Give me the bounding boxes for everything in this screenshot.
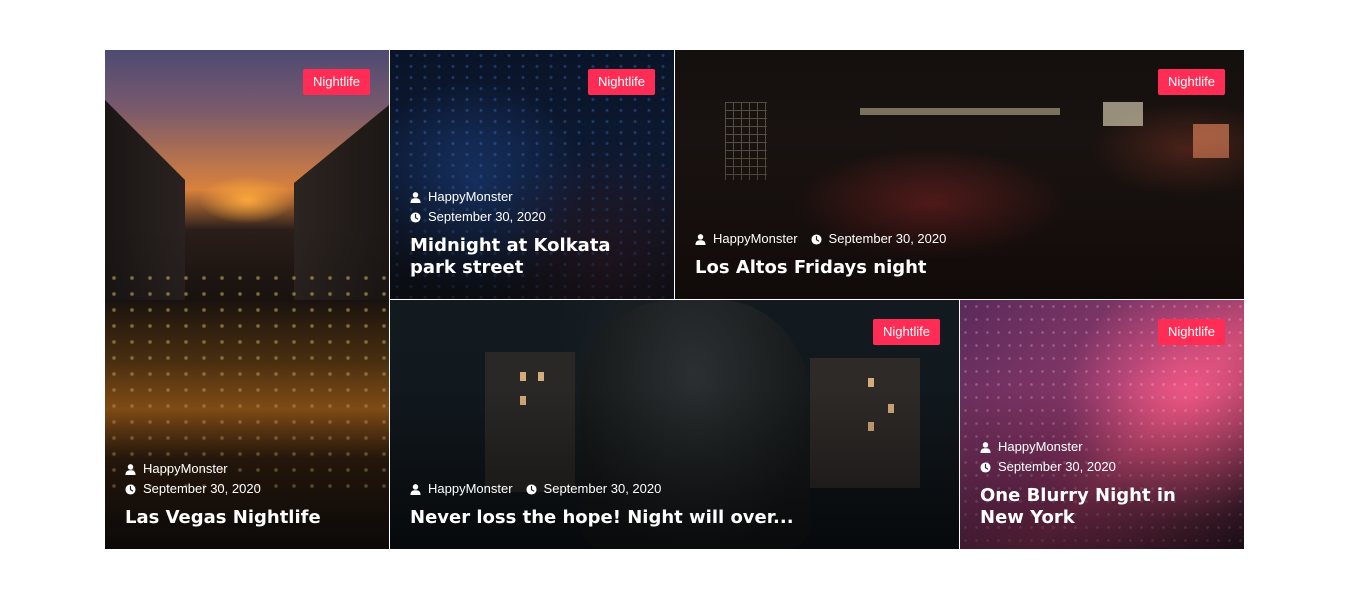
post-title[interactable]: Never loss the hope! Night will over... xyxy=(410,507,939,529)
author-name: HappyMonster xyxy=(998,439,1083,454)
post-card[interactable]: Nightlife HappyMonster September 30, 202… xyxy=(675,50,1244,299)
post-date: September 30, 2020 xyxy=(143,481,261,496)
post-title[interactable]: Los Altos Fridays night xyxy=(695,257,1224,279)
category-badge[interactable]: Nightlife xyxy=(1158,319,1225,345)
post-meta: HappyMonster September 30, 2020 xyxy=(695,229,1224,249)
date-link[interactable]: September 30, 2020 xyxy=(526,479,662,499)
author-link[interactable]: HappyMonster xyxy=(125,459,228,479)
post-card[interactable]: Nightlife HappyMonster September 30, 202… xyxy=(105,50,389,549)
post-date: September 30, 2020 xyxy=(828,231,947,246)
post-meta: HappyMonster September 30, 2020 xyxy=(980,437,1224,477)
user-icon xyxy=(980,441,991,453)
post-title[interactable]: Midnight at Kolkata park street xyxy=(410,235,654,279)
category-badge[interactable]: Nightlife xyxy=(1158,69,1225,95)
post-date: September 30, 2020 xyxy=(428,209,546,224)
author-name: HappyMonster xyxy=(428,481,513,496)
category-badge[interactable]: Nightlife xyxy=(303,69,370,95)
user-icon xyxy=(410,483,421,495)
date-link[interactable]: September 30, 2020 xyxy=(410,207,546,227)
category-badge[interactable]: Nightlife xyxy=(588,69,655,95)
date-link[interactable]: September 30, 2020 xyxy=(811,229,947,249)
post-title[interactable]: Las Vegas Nightlife xyxy=(125,507,369,529)
author-name: HappyMonster xyxy=(428,189,513,204)
author-link[interactable]: HappyMonster xyxy=(410,479,513,499)
clock-icon xyxy=(410,211,421,223)
category-badge[interactable]: Nightlife xyxy=(873,319,940,345)
author-name: HappyMonster xyxy=(143,461,228,476)
post-title[interactable]: One Blurry Night in New York xyxy=(980,485,1224,529)
post-meta: HappyMonster September 30, 2020 xyxy=(410,187,654,227)
clock-icon xyxy=(811,233,822,245)
clock-icon xyxy=(125,483,136,495)
post-date: September 30, 2020 xyxy=(543,481,662,496)
user-icon xyxy=(410,191,421,203)
author-link[interactable]: HappyMonster xyxy=(980,437,1083,457)
post-card[interactable]: Nightlife HappyMonster September 30, 202… xyxy=(390,300,959,549)
post-card[interactable]: Nightlife HappyMonster September 30, 202… xyxy=(390,50,674,299)
user-icon xyxy=(695,233,706,245)
author-name: HappyMonster xyxy=(713,231,798,246)
post-info: HappyMonster September 30, 2020 Las Vega… xyxy=(125,459,369,529)
post-grid: Nightlife HappyMonster September 30, 202… xyxy=(105,50,1245,550)
clock-icon xyxy=(526,483,537,495)
post-info: HappyMonster September 30, 2020 Never lo… xyxy=(410,479,939,529)
clock-icon xyxy=(980,461,991,473)
post-info: HappyMonster September 30, 2020 Los Alto… xyxy=(695,229,1224,279)
post-meta: HappyMonster September 30, 2020 xyxy=(410,479,939,499)
post-date: September 30, 2020 xyxy=(998,459,1116,474)
author-link[interactable]: HappyMonster xyxy=(695,229,798,249)
post-info: HappyMonster September 30, 2020 One Blur… xyxy=(980,437,1224,529)
date-link[interactable]: September 30, 2020 xyxy=(980,457,1116,477)
post-card[interactable]: Nightlife HappyMonster September 30, 202… xyxy=(960,300,1244,549)
author-link[interactable]: HappyMonster xyxy=(410,187,513,207)
user-icon xyxy=(125,463,136,475)
post-info: HappyMonster September 30, 2020 Midnight… xyxy=(410,187,654,279)
post-meta: HappyMonster September 30, 2020 xyxy=(125,459,369,499)
date-link[interactable]: September 30, 2020 xyxy=(125,479,261,499)
